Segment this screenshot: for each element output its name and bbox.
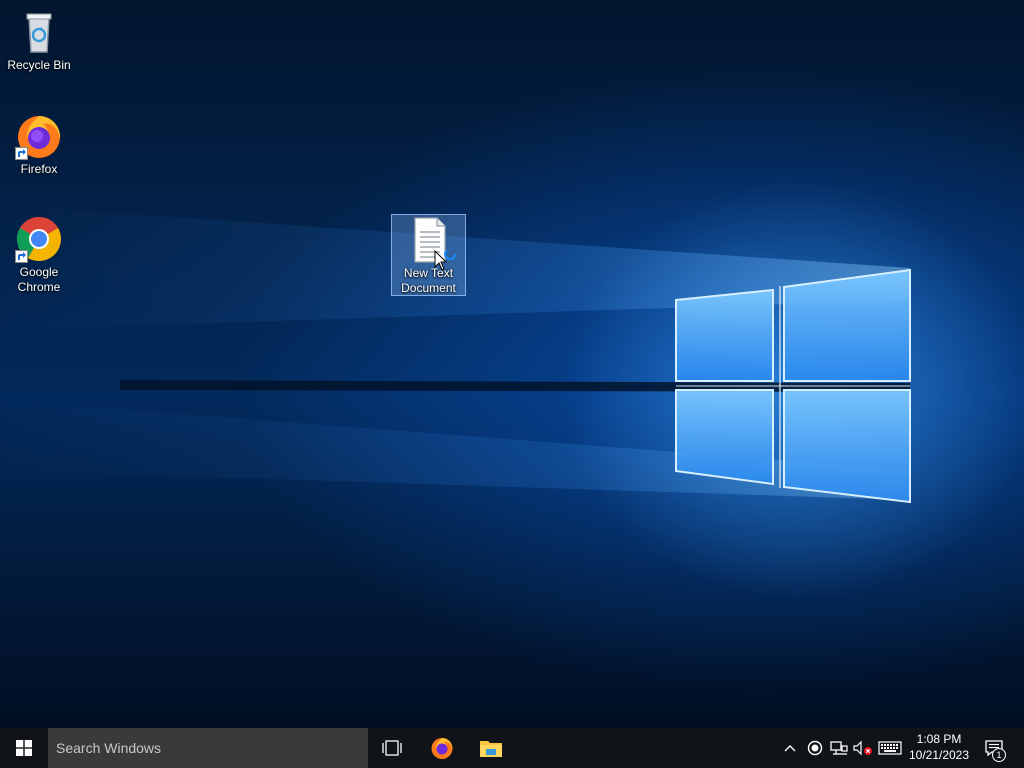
desktop: Recycle Bin Firefox Google Chrome New Te… <box>0 0 1024 728</box>
taskbar-clock[interactable]: 1:08 PM 10/21/2023 <box>906 731 972 763</box>
action-center-button[interactable] <box>976 728 1012 768</box>
show-hidden-icons-button[interactable] <box>780 728 800 768</box>
desktop-icon-firefox[interactable]: Firefox <box>2 112 76 177</box>
desktop-icon-recycle-bin[interactable]: Recycle Bin <box>2 8 76 73</box>
firefox-icon <box>431 738 453 759</box>
tray-record-button[interactable] <box>804 728 826 768</box>
tray-keyboard-button[interactable] <box>876 728 904 768</box>
taskbar-firefox-button[interactable] <box>418 728 466 768</box>
search-box[interactable]: Search Windows <box>48 728 368 768</box>
chevron-up-icon <box>784 745 796 752</box>
chrome-icon <box>15 215 63 263</box>
wallpaper-windows-logo <box>0 205 911 504</box>
search-placeholder: Search Windows <box>56 740 162 756</box>
taskbar-file-explorer-button[interactable] <box>467 728 515 768</box>
busy-cursor-icon <box>434 250 456 271</box>
desktop-icon-label: Firefox <box>20 162 58 176</box>
desktop-icon-label: Google Chrome <box>17 265 61 294</box>
recycle-bin-icon <box>15 8 63 56</box>
network-icon <box>830 741 848 755</box>
desktop-icon-label: Recycle Bin <box>7 58 71 72</box>
clock-time: 1:08 PM <box>916 732 962 746</box>
file-explorer-icon <box>480 741 502 757</box>
windows-logo-icon <box>16 740 32 756</box>
notification-count-badge: 1 <box>992 748 1006 762</box>
firefox-icon <box>15 112 63 160</box>
tray-network-button[interactable] <box>828 728 850 768</box>
keyboard-icon <box>878 741 902 755</box>
taskbar: Search Windows 1:08 PM 10/21/2023 1 <box>0 728 1024 768</box>
task-view-icon <box>382 740 402 756</box>
shortcut-arrow-icon <box>15 250 28 263</box>
desktop-icon-google-chrome[interactable]: Google Chrome <box>2 215 76 295</box>
record-icon <box>807 740 823 756</box>
start-button[interactable] <box>0 728 48 768</box>
task-view-button[interactable] <box>368 728 416 768</box>
shortcut-arrow-icon <box>15 147 28 160</box>
volume-muted-icon <box>853 740 872 756</box>
tray-volume-button[interactable] <box>852 728 874 768</box>
clock-date: 10/21/2023 <box>908 748 970 762</box>
